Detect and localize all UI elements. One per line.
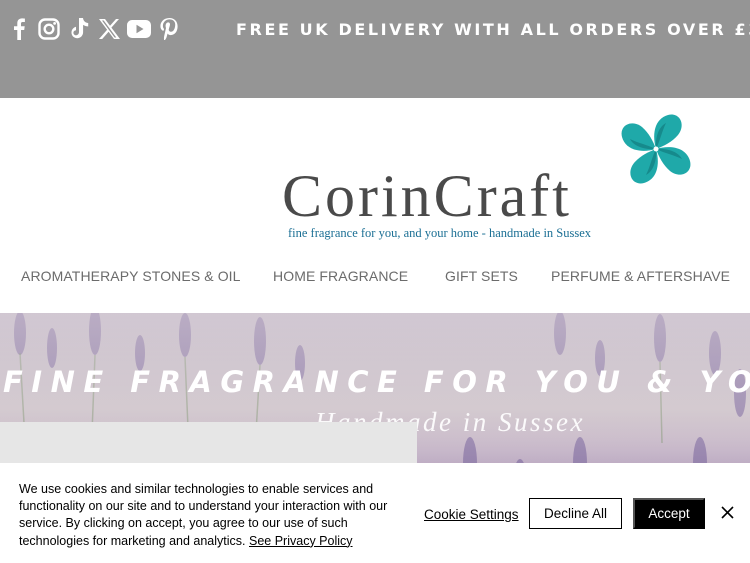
close-icon[interactable] [719, 504, 736, 521]
instagram-icon[interactable] [37, 17, 61, 41]
main-navigation: AROMATHERAPY STONES & OIL HOME FRAGRANCE… [0, 268, 750, 288]
site-header: CorinCraft fine fragrance for you, and y… [0, 98, 750, 313]
privacy-policy-link[interactable]: See Privacy Policy [249, 534, 353, 548]
social-links [4, 16, 184, 42]
decline-all-button[interactable]: Decline All [529, 498, 622, 529]
cookie-message: We use cookies and similar technologies … [19, 481, 414, 550]
logo-tagline: fine fragrance for you, and your home - … [288, 226, 592, 240]
nav-aromatherapy-stones-oil[interactable]: AROMATHERAPY STONES & OIL [21, 268, 241, 284]
youtube-icon[interactable] [127, 17, 151, 41]
facebook-icon[interactable] [7, 17, 31, 41]
logo-wordmark: CorinCraft [282, 163, 572, 229]
accept-button[interactable]: Accept [633, 498, 705, 529]
nav-home-fragrance[interactable]: HOME FRAGRANCE [273, 268, 408, 284]
logo-pinwheel-icon [621, 114, 691, 184]
nav-perfume-aftershave[interactable]: PERFUME & AFTERSHAVE [551, 268, 730, 284]
hero-title: FINE FRAGRANCE FOR YOU & YOUR HOME [3, 365, 750, 399]
cookie-settings-link[interactable]: Cookie Settings [424, 507, 519, 522]
cookie-consent-banner: We use cookies and similar technologies … [0, 463, 750, 563]
top-announcement-bar: FREE UK DELIVERY WITH ALL ORDERS OVER £3… [0, 0, 750, 98]
corincraft-logo[interactable]: CorinCraft fine fragrance for you, and y… [282, 108, 702, 243]
x-icon[interactable] [97, 17, 121, 41]
nav-gift-sets[interactable]: GIFT SETS [445, 268, 518, 284]
free-delivery-banner: FREE UK DELIVERY WITH ALL ORDERS OVER £3… [236, 20, 750, 39]
tiktok-icon[interactable] [67, 17, 91, 41]
pinterest-icon[interactable] [157, 17, 181, 41]
